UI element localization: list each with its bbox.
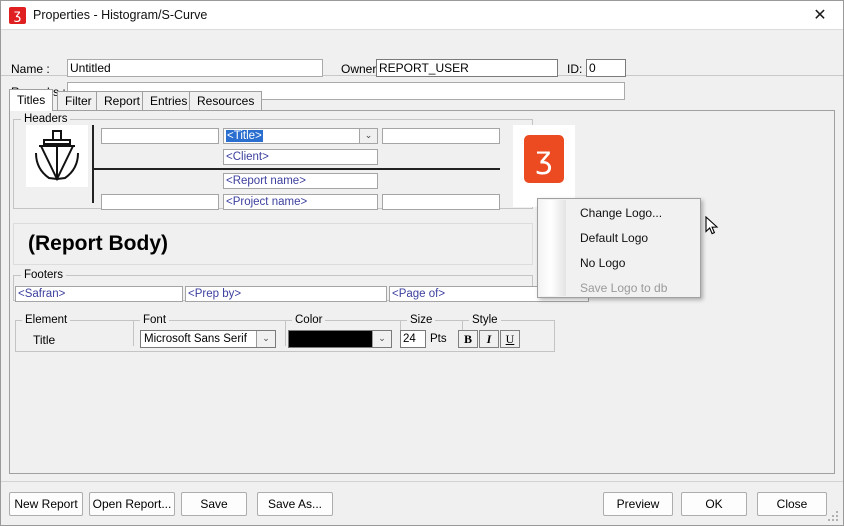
header-vertical-rule (92, 125, 94, 203)
ok-button[interactable]: OK (681, 492, 747, 516)
chevron-down-icon[interactable]: ⌄ (372, 331, 391, 347)
bold-button[interactable]: B (458, 330, 478, 348)
tab-titles[interactable]: Titles (9, 89, 54, 111)
color-select[interactable]: ⌄ (288, 330, 392, 348)
footer-field-safran[interactable]: <Safran> (15, 286, 183, 302)
logo-context-menu: Change Logo... Default Logo No Logo Save… (537, 198, 701, 298)
owner-input[interactable]: REPORT_USER (376, 59, 558, 77)
open-report-button[interactable]: Open Report... (89, 492, 175, 516)
tab-report[interactable]: Report (96, 91, 149, 111)
tab-strip: Titles Filter Report Entries Resources (9, 89, 835, 111)
font-select-value: Microsoft Sans Serif (144, 333, 247, 345)
font-caption: Font (140, 314, 170, 326)
logo-cell[interactable]: ʒ (513, 125, 575, 207)
header-horizontal-rule (92, 168, 500, 170)
footers-group: Footers <Safran> <Prep by> <Page of> (13, 269, 589, 302)
safran-swirl-icon: ʒ (9, 7, 26, 24)
headers-group-caption: Headers (21, 113, 71, 125)
safran-logo[interactable]: ʒ (524, 135, 564, 183)
owner-label: Owner: (341, 62, 380, 76)
info-bar: Name : Untitled Owner: REPORT_USER ID: 0… (1, 30, 843, 100)
header-field-blank-3[interactable] (101, 194, 219, 210)
element-caption: Element (22, 314, 71, 326)
size-input[interactable]: 24 (400, 330, 426, 348)
ship-icon (35, 130, 79, 182)
pts-label: Pts (430, 333, 447, 345)
menu-item-default-logo[interactable]: Default Logo (539, 226, 699, 251)
size-caption: Size (407, 314, 436, 326)
chevron-down-icon[interactable]: ⌄ (256, 331, 275, 347)
format-bar: Element Font Color Size Style Title Micr… (15, 314, 555, 352)
report-body-label: (Report Body) (28, 232, 168, 255)
header-field-blank-2[interactable] (382, 128, 500, 144)
header-field-project-name[interactable]: <Project name> (223, 194, 378, 210)
header-field-report-name[interactable]: <Report name> (223, 173, 378, 189)
app-icon-glyph: ʒ (13, 8, 22, 23)
tab-resources[interactable]: Resources (189, 91, 263, 111)
element-value: Title (33, 333, 56, 347)
italic-button[interactable]: I (479, 330, 499, 348)
header-field-blank-4[interactable] (382, 194, 500, 210)
dialog-button-bar: New Report Open Report... Save Save As..… (1, 481, 843, 525)
report-body-area[interactable]: (Report Body) (13, 223, 533, 265)
tab-filter[interactable]: Filter (57, 91, 100, 111)
save-button[interactable]: Save (181, 492, 247, 516)
name-label: Name : (11, 62, 50, 76)
color-caption: Color (292, 314, 326, 326)
id-input[interactable]: 0 (586, 59, 626, 77)
menu-item-no-logo[interactable]: No Logo (539, 251, 699, 276)
underline-button[interactable]: U (500, 330, 520, 348)
close-window-button[interactable]: ✕ (797, 1, 843, 29)
footers-group-caption: Footers (21, 269, 66, 281)
mouse-cursor (705, 216, 719, 235)
header-field-client[interactable]: <Client> (223, 149, 378, 165)
tab-entries[interactable]: Entries (142, 91, 196, 111)
name-input[interactable]: Untitled (67, 59, 323, 77)
save-as-button[interactable]: Save As... (257, 492, 333, 516)
header-field-title-text: <Title> (226, 130, 263, 142)
safran-logo-glyph: ʒ (535, 141, 553, 176)
headers-preview: <Title> ⌄ <Client> <Report name> <Projec… (26, 125, 575, 210)
header-field-blank-1[interactable] (101, 128, 219, 144)
resize-grip-icon[interactable] (827, 510, 840, 523)
window-title: Properties - Histogram/S-Curve (33, 8, 208, 22)
title-bar: ʒ Properties - Histogram/S-Curve ✕ (1, 1, 843, 30)
properties-dialog: ʒ Properties - Histogram/S-Curve ✕ Name … (0, 0, 844, 526)
close-button[interactable]: Close (757, 492, 827, 516)
menu-item-save-logo-to-db: Save Logo to db (580, 281, 668, 295)
close-icon: ✕ (813, 5, 827, 24)
preview-button[interactable]: Preview (603, 492, 673, 516)
header-field-title[interactable]: <Title> ⌄ (223, 128, 378, 144)
style-caption: Style (469, 314, 501, 326)
footer-field-prep-by[interactable]: <Prep by> (185, 286, 387, 302)
chevron-down-icon[interactable]: ⌄ (359, 129, 377, 143)
ship-logo-cell[interactable] (26, 125, 88, 187)
font-select[interactable]: Microsoft Sans Serif ⌄ (140, 330, 276, 348)
new-report-button[interactable]: New Report (9, 492, 83, 516)
id-label: ID: (567, 62, 583, 76)
headers-group: Headers <Title> ⌄ <Client> <Report name>… (13, 113, 575, 210)
menu-item-change-logo[interactable]: Change Logo... (539, 201, 699, 226)
